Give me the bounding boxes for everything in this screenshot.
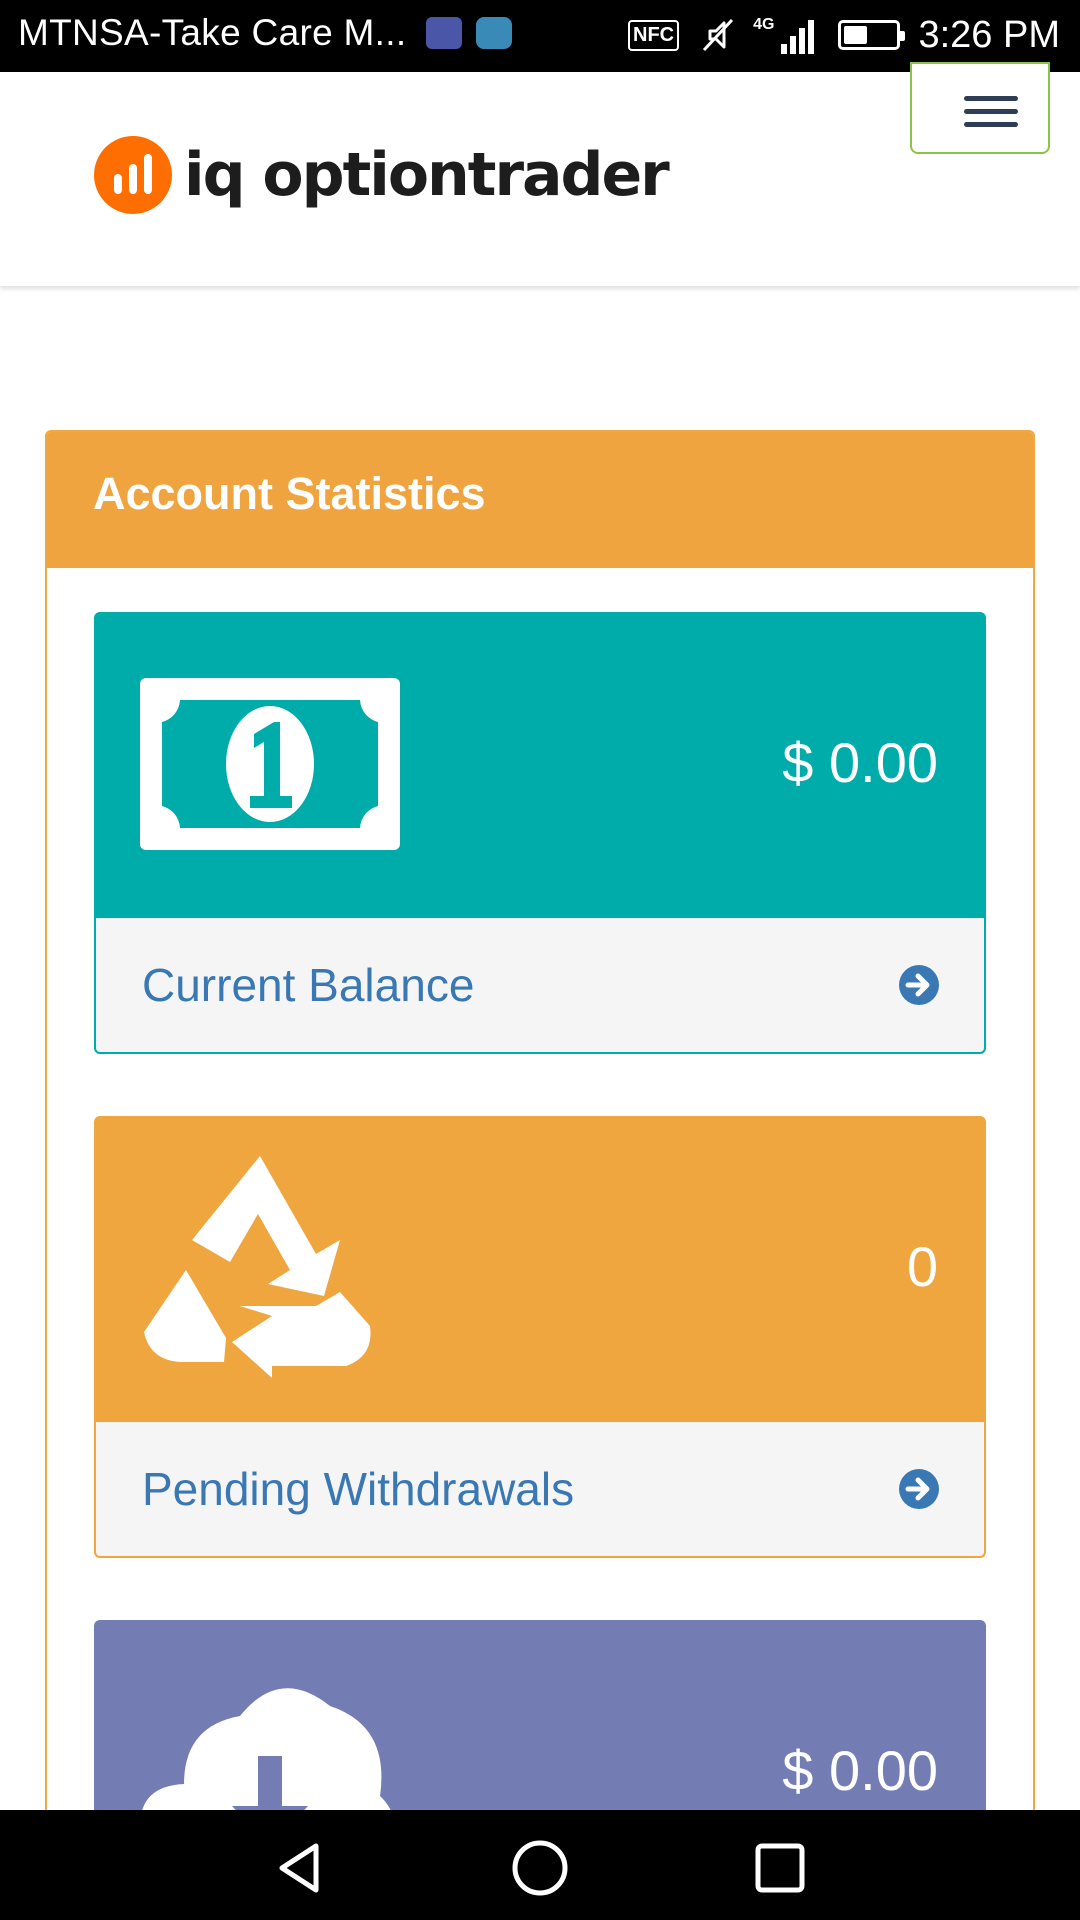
pending-value: 0 xyxy=(906,1235,938,1298)
battery-icon xyxy=(838,20,906,50)
signal-icon: 4G xyxy=(753,16,815,54)
back-triangle-icon[interactable] xyxy=(270,1838,330,1898)
pending-withdrawals-card[interactable]: 0 Pending Withdrawals xyxy=(94,1116,986,1558)
panel-heading: Account Statistics xyxy=(47,432,1033,568)
menu-toggle-button[interactable] xyxy=(910,62,1050,154)
health-app-icon xyxy=(426,17,463,49)
site-header: iq optiontrader xyxy=(0,62,1080,286)
home-circle-icon[interactable] xyxy=(510,1838,570,1898)
dollar-bill-icon xyxy=(140,678,400,850)
notification-title: MTNSA-Take Care M... xyxy=(18,12,407,53)
account-statistics-panel: Account Statistics $ 0.00 Current Balanc… xyxy=(45,430,1035,1920)
battery-level xyxy=(844,26,867,44)
current-balance-label: Current Balance xyxy=(142,959,475,1011)
current-balance-card[interactable]: $ 0.00 Current Balance xyxy=(94,612,986,1054)
card-top: 0 xyxy=(94,1116,986,1422)
system-nav-bar xyxy=(0,1810,1080,1920)
logo-bars-icon xyxy=(94,136,172,214)
mute-icon xyxy=(703,18,734,52)
card-footer[interactable]: Pending Withdrawals xyxy=(94,1422,986,1558)
arrow-circle-right-icon[interactable] xyxy=(898,964,940,1006)
panel-title: Account Statistics xyxy=(93,468,486,519)
chat-bubble-icon xyxy=(476,17,513,49)
nfc-icon: NFC xyxy=(628,19,680,51)
recycle-icon xyxy=(144,1156,371,1378)
status-right: NFC 4G 3:26 PM xyxy=(628,10,1060,60)
status-time: 3:26 PM xyxy=(918,13,1060,56)
recents-square-icon[interactable] xyxy=(750,1838,810,1898)
card-footer[interactable]: Current Balance xyxy=(94,918,986,1054)
logo-text: iq optiontrader xyxy=(184,140,670,210)
network-type: 4G xyxy=(753,16,775,33)
arrow-circle-right-icon[interactable] xyxy=(898,1468,940,1510)
site-logo[interactable]: iq optiontrader xyxy=(94,136,670,214)
third-card-value: $ 0.00 xyxy=(782,1739,938,1802)
card-top: $ 0.00 xyxy=(94,612,986,918)
hamburger-icon xyxy=(964,96,1018,101)
balance-value: $ 0.00 xyxy=(782,731,938,794)
pending-withdrawals-label: Pending Withdrawals xyxy=(142,1463,575,1515)
status-left: MTNSA-Take Care M... xyxy=(18,12,513,54)
